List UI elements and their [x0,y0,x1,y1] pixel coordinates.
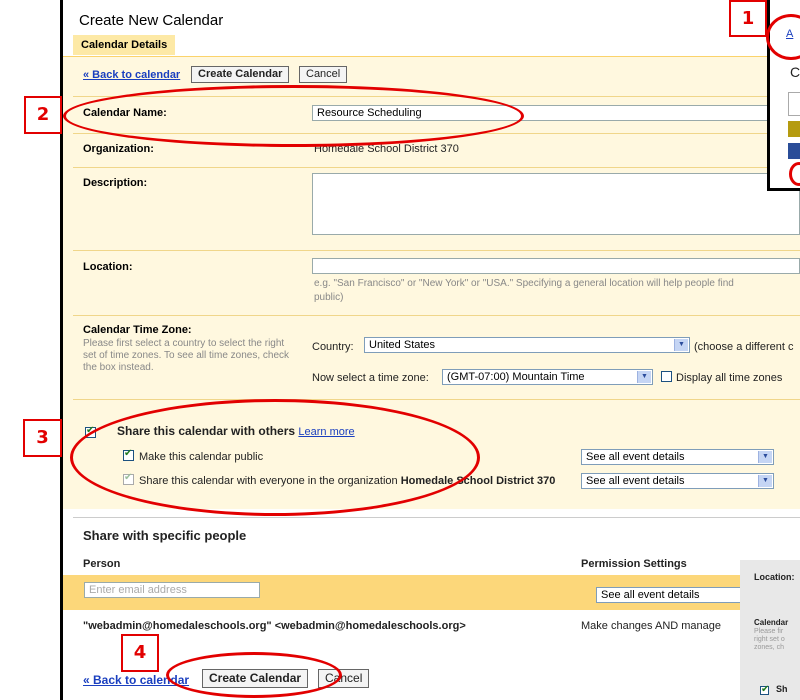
country-value: United States [369,339,436,351]
org-permission-select[interactable]: See all event details ▼ [581,473,774,489]
cancel-button-top[interactable]: Cancel [299,66,348,83]
tab-calendar-details[interactable]: Calendar Details [73,35,176,55]
display-all-time-zones-label: Display all time zones [676,372,783,384]
share-title: Share this calendar with others Learn mo… [117,424,355,438]
inset-checkbox [760,684,769,695]
permission-column-header: Permission Settings [581,558,687,570]
divider [73,517,800,518]
create-calendar-panel: Create New Calendar Calendar Details « B… [63,0,800,700]
divider [73,399,800,400]
person-permission: Make changes AND manage [581,620,722,632]
email-input[interactable]: Enter email address [84,582,260,598]
time-zone-label: Calendar Time Zone: [83,324,192,336]
cancel-button-bottom[interactable]: Cancel [318,669,370,688]
screenshot-inset: Location: Calendar Please fir right set … [740,560,800,700]
page-title: Create New Calendar [79,12,224,29]
chevron-down-icon: ▼ [758,475,772,487]
chevron-down-icon: ▼ [674,339,688,351]
person-row: "webadmin@homedaleschools.org" <webadmin… [83,620,466,632]
inset-calendar-label: Calendar [754,618,789,627]
share-title-text: Share this calendar with others [117,424,296,438]
country-select[interactable]: United States ▼ [364,337,690,353]
back-to-calendar-link-bottom[interactable]: « Back to calendar [83,673,189,687]
organization-label: Organization: [83,143,154,155]
chevron-down-icon: ▼ [758,451,772,463]
inset-help: Please fir right set o zones, ch [754,628,785,651]
organization-value: Homedale School District 370 [314,143,459,155]
annotation-2: 2 [24,96,62,134]
learn-more-link[interactable]: Learn more [298,426,354,438]
popup-input[interactable] [788,92,800,116]
share-org-text: Share this calendar with everyone in the… [139,475,398,487]
create-calendar-button-top[interactable]: Create Calendar [191,66,290,83]
related-popup-fragment: A C [767,0,800,191]
annotation-1: 1 [729,0,767,37]
divider [73,315,800,316]
location-hint-2: public) [314,292,344,303]
specific-title: Share with specific people [83,528,247,543]
time-zone-help: Please first select a country to select … [83,338,290,373]
share-with-others-checkbox[interactable] [85,425,96,438]
org-permission-value: See all event details [586,475,685,487]
calendar-name-input[interactable]: Resource Scheduling [312,105,800,121]
person-column-header: Person [83,558,121,570]
location-label: Location: [83,261,133,273]
create-calendar-button-bottom[interactable]: Create Calendar [202,669,309,688]
time-zone-value: (GMT-07:00) Mountain Time [447,371,585,383]
time-zone-select-label: Now select a time zone: [312,372,429,384]
annotation-3: 3 [23,419,62,457]
time-zone-select[interactable]: (GMT-07:00) Mountain Time ▼ [442,369,653,385]
make-public-label: Make this calendar public [139,451,264,463]
divider [73,250,800,251]
organization-name: Homedale School District 370 [400,475,556,487]
public-permission-value: See all event details [586,451,685,463]
divider [73,167,800,168]
description-textarea[interactable] [312,173,800,235]
popup-swatch [788,121,800,137]
divider [73,133,800,134]
display-all-time-zones-checkbox[interactable] [661,371,672,382]
country-label: Country: [312,341,354,353]
chevron-down-icon: ▼ [637,371,651,383]
public-permission-select[interactable]: See all event details ▼ [581,449,774,465]
description-label: Description: [83,177,148,189]
popup-swatch [788,143,800,159]
make-public-checkbox[interactable] [123,448,134,461]
back-to-calendar-link-top[interactable]: « Back to calendar [83,69,180,81]
location-input[interactable] [312,258,800,274]
share-org-label: Share this calendar with everyone in the… [139,475,555,487]
inset-share-label: Sh [776,684,788,694]
share-org-checkbox [123,472,134,485]
add-permission-value: See all event details [601,589,700,601]
choose-different-country[interactable]: (choose a different c [694,341,793,353]
inset-location-label: Location: [754,572,795,582]
location-hint: e.g. "San Francisco" or "New York" or "U… [314,278,734,289]
popup-link[interactable]: A [786,28,793,40]
annotation-4: 4 [121,634,159,672]
divider [73,96,800,97]
popup-heading: C [790,64,800,80]
calendar-name-label: Calendar Name: [83,107,167,119]
